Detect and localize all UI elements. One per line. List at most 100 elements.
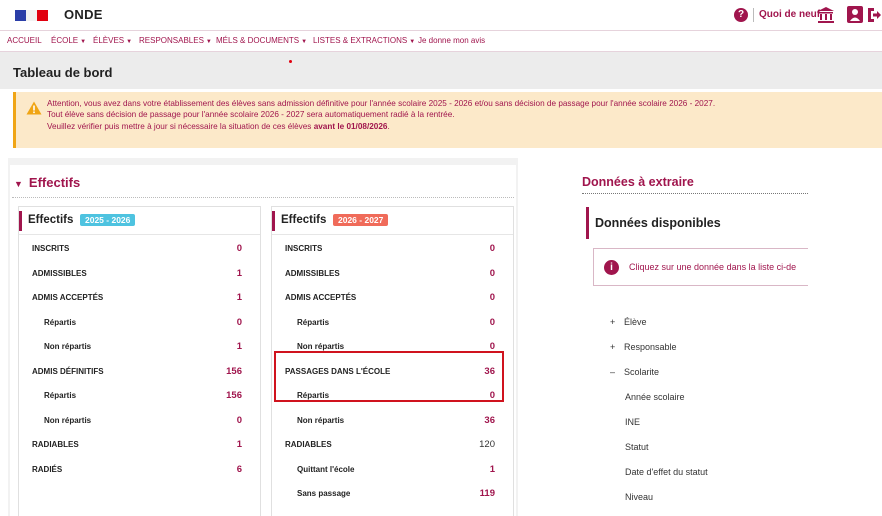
menu-listes-extractions[interactable]: LISTES & EXTRACTIONS ▼ [313,36,415,45]
count-row-inscrits[interactable]: INSCRITS 0 [272,238,513,262]
row-value[interactable]: 0 [490,317,495,328]
row-label: Répartis [297,317,330,327]
whats-new-link[interactable]: Quoi de neuf [759,9,820,20]
caret-down-icon: ▼ [14,179,23,189]
chevron-down-icon: ▼ [301,39,308,45]
tree-item-label: Scolarite [624,367,660,377]
tree-item-date-d-effet-du-statut[interactable]: Date d'effet du statut [625,467,708,477]
row-value[interactable]: 0 [237,243,242,254]
row-label: Non répartis [297,415,345,425]
row-value[interactable]: 119 [480,488,495,499]
count-row-repartis[interactable]: Répartis 0 [19,312,260,336]
count-row-admis-acceptes[interactable]: ADMIS ACCEPTÉS 0 [272,287,513,311]
count-row-admissibles[interactable]: ADMISSIBLES 1 [19,263,260,287]
section-divider [12,197,514,198]
row-value[interactable]: 1 [237,268,242,279]
row-value[interactable]: 0 [237,415,242,426]
count-row-sans-passage[interactable]: Sans passage 119 [272,483,513,507]
warning-alert: Attention, vous avez dans votre établiss… [13,92,882,148]
menu-mels-documents[interactable]: MÉLS & DOCUMENTS ▼ [216,36,307,45]
tree-item-label: Année scolaire [625,392,685,402]
count-row-admis-acceptes[interactable]: ADMIS ACCEPTÉS 1 [19,287,260,311]
row-value[interactable]: 156 [226,390,242,401]
tree-item-annee-scolaire[interactable]: Année scolaire [625,392,685,402]
row-value[interactable]: 0 [490,243,495,254]
count-row-radies[interactable]: RADIÉS 6 [19,459,260,483]
right-divider [582,193,808,194]
card-title: Effectifs [28,214,74,226]
chevron-down-icon: ▼ [80,39,87,45]
count-row-inscrits[interactable]: INSCRITS 0 [19,238,260,262]
expand-icon[interactable]: + [610,342,624,352]
help-icon[interactable]: ? [734,8,748,22]
chevron-down-icon: ▼ [205,39,212,45]
warning-text: Attention, vous avez dans votre établiss… [47,98,715,132]
highlight-box [274,351,504,402]
count-row-admissibles[interactable]: ADMISSIBLES 0 [272,263,513,287]
row-value[interactable]: 1 [237,292,242,303]
info-icon: i [604,260,619,275]
republic-logo[interactable] [15,10,48,21]
logout-icon[interactable] [866,6,882,24]
warning-line-1: Attention, vous avez dans votre établiss… [47,99,716,108]
tree-item-statut[interactable]: Statut [625,442,649,452]
row-value[interactable]: 156 [226,366,242,377]
row-label: RADIÉS [32,464,63,474]
row-value[interactable]: 0 [490,268,495,279]
menu-donner-avis[interactable]: Je donne mon avis [418,36,485,45]
row-label: RADIABLES [285,440,332,449]
count-row-non-repartis[interactable]: Non répartis 0 [19,410,260,434]
tree-item-ine[interactable]: INE [625,417,640,427]
row-label: Non répartis [44,342,92,351]
row-value[interactable]: 0 [490,292,495,303]
count-row-repartis[interactable]: Répartis 156 [19,385,260,409]
row-value[interactable]: 1 [490,464,495,475]
count-row-radiables[interactable]: RADIABLES 120 [272,434,513,458]
title-band: Tableau de bord [0,52,882,89]
count-row-non-repartis[interactable]: Non répartis 1 [19,336,260,360]
count-row-quittant-l-ecole[interactable]: Quittant l'école 1 [272,459,513,483]
warning-icon [26,101,42,115]
row-label: RADIABLES [32,440,79,449]
row-value[interactable]: 0 [237,317,242,328]
donnees-disponibles-title: Données disponibles [595,216,721,230]
user-profile-icon[interactable] [847,6,863,23]
institution-icon[interactable] [817,6,835,24]
page-title: Tableau de bord [13,65,113,80]
tree-item-label: Niveau [625,492,654,502]
row-label: Répartis [44,317,77,327]
row-label: ADMIS ACCEPTÉS [285,293,357,302]
row-value[interactable]: 1 [237,439,242,450]
effectifs-card-2025: Effectifs 2025 - 2026 INSCRITS 0 ADMISSIBL… [18,206,261,516]
tree-item-eleve[interactable]: + Élève [610,317,647,327]
chevron-down-icon: ▼ [409,39,416,45]
collapse-icon[interactable]: – [610,367,624,377]
row-value[interactable]: 6 [237,464,242,475]
accent-bar [586,207,589,239]
tree-item-niveau[interactable]: Niveau [625,492,653,502]
count-row-non-repartis[interactable]: Non répartis 36 [272,410,513,434]
app-title[interactable]: ONDE [64,7,103,22]
header-separator [753,8,754,22]
count-row-repartis[interactable]: Répartis 0 [272,312,513,336]
info-text: Cliquez sur une donnée dans la liste ci-… [629,262,797,272]
row-value[interactable]: 36 [484,415,495,426]
tree-item-scolarite[interactable]: – Scolarite [610,367,659,377]
tree-item-label: Responsable [624,342,677,352]
row-value[interactable]: 1 [237,341,242,352]
row-label: ADMISSIBLES [285,268,340,278]
count-row-admis-definitifs[interactable]: ADMIS DÉFINITIFS 156 [19,361,260,385]
effectifs-section-toggle[interactable]: ▼ Effectifs [14,175,80,190]
menu-accueil[interactable]: ACCUEIL [7,36,42,45]
main-menu: ACCUEIL ÉCOLE ▼ ÉLÈVES ▼ RESPONSABLES ▼ MÉL… [0,30,882,52]
menu-eleves[interactable]: ÉLÈVES ▼ [93,36,132,45]
expand-icon[interactable]: + [610,317,624,327]
menu-ecole[interactable]: ÉCOLE ▼ [51,36,86,45]
accent-bar [272,211,275,231]
card-header: Effectifs 2026 - 2027 [272,207,513,235]
menu-responsables[interactable]: RESPONSABLES ▼ [139,36,212,45]
card-title: Effectifs [281,214,327,226]
row-value[interactable]: 120 [479,439,495,450]
count-row-radiables[interactable]: RADIABLES 1 [19,434,260,458]
tree-item-responsable[interactable]: + Responsable [610,342,677,352]
